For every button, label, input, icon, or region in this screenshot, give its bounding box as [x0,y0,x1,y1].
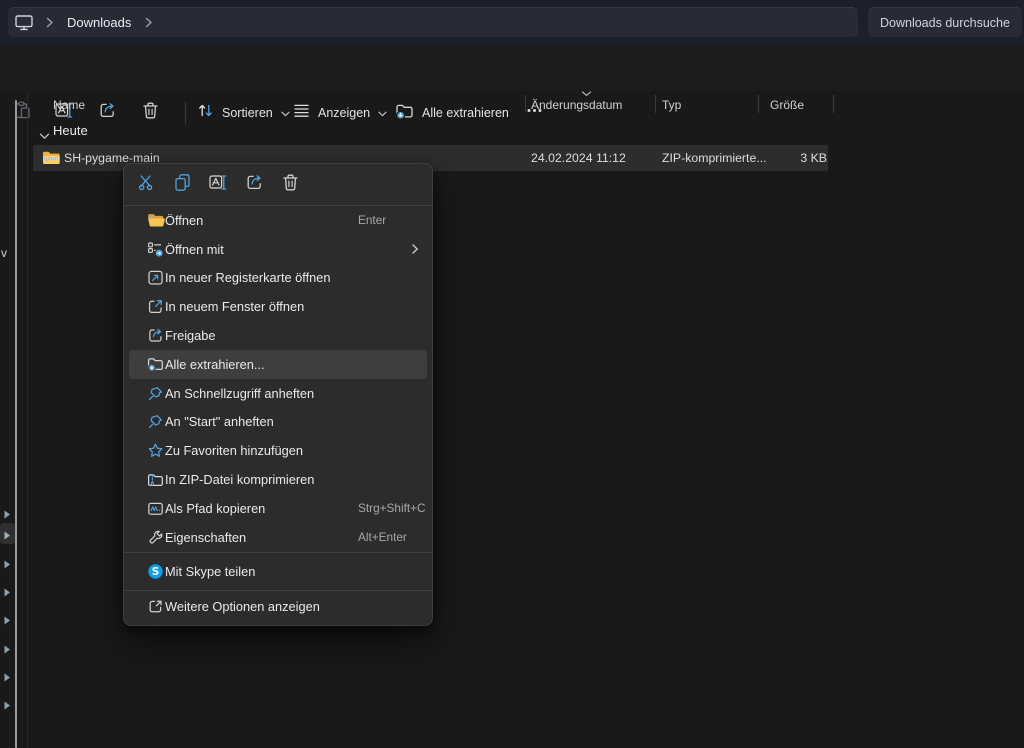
new-tab-icon [147,269,165,286]
trash-icon [141,101,160,125]
share-icon [147,327,165,344]
extract-icon [395,102,414,125]
more-options-icon [147,598,165,615]
column-divider[interactable] [525,95,526,113]
tree-expand-icon[interactable] [3,557,12,568]
menu-item-pin-start[interactable]: An "Start" anheften [124,408,432,437]
share-button[interactable] [94,100,120,126]
nav-clipped-label: v [1,246,7,260]
menu-item-open-with[interactable]: Öffnen mit [124,235,432,264]
view-list-icon [293,102,310,124]
menu-item-show-more-options[interactable]: Weitere Optionen anzeigen [124,591,432,622]
share-button[interactable] [242,172,267,197]
column-header-modified[interactable]: Änderungsdatum [531,98,622,112]
extract-icon [147,356,165,372]
chevron-right-icon[interactable] [144,16,153,29]
trash-icon [281,173,300,197]
copy-icon [173,173,192,197]
share-icon [98,101,117,125]
pin-icon [147,385,165,402]
file-modified: 24.02.2024 11:12 [531,145,626,171]
column-header-type[interactable]: Typ [662,98,681,112]
rename-button[interactable] [206,172,231,197]
file-explorer-window: Downloads [0,0,1024,748]
menu-item-share[interactable]: Freigabe [124,321,432,350]
tree-expand-icon[interactable] [3,613,12,624]
menu-item-compress-zip[interactable]: In ZIP-Datei komprimieren [124,465,432,494]
open-with-icon [147,241,165,258]
column-divider[interactable] [655,95,656,113]
tree-expand-icon[interactable] [3,642,12,653]
extract-all-button[interactable]: Alle extrahieren [391,99,513,127]
menu-item-copy-as-path[interactable]: Als Pfad kopieren Strg+Shift+C [124,494,432,523]
pane-divider [27,91,28,748]
copy-button[interactable] [170,172,195,197]
group-label[interactable]: Heute [53,123,88,138]
menu-item-properties[interactable]: Eigenschaften Alt+Enter [124,523,432,552]
zip-compress-icon [147,472,165,488]
cut-button[interactable] [134,172,159,197]
delete-button[interactable] [137,100,163,126]
wrench-icon [147,529,165,546]
command-toolbar: Sortieren Anzeigen Alle extrahieren [0,45,1024,91]
paste-button[interactable] [9,100,35,126]
column-header-name[interactable]: Name [53,98,85,112]
rename-icon [209,173,228,197]
tree-expand-icon[interactable] [3,698,12,709]
this-pc-icon [15,14,33,31]
cut-icon [137,173,156,197]
extract-label: Alle extrahieren [422,106,509,120]
chevron-right-icon[interactable] [45,16,54,29]
sort-button[interactable]: Sortieren [193,99,294,127]
column-header-size[interactable]: Größe [770,98,804,112]
new-window-icon [147,298,165,315]
share-icon [245,173,264,197]
tree-expand-icon[interactable] [3,670,12,681]
sort-label: Sortieren [222,106,273,120]
quick-actions-row [124,164,432,205]
submenu-chevron-icon [411,243,419,255]
column-divider[interactable] [833,95,834,113]
group-collapse-icon[interactable] [39,127,50,145]
title-bar: Downloads [0,0,1024,45]
delete-button[interactable] [278,172,303,197]
sort-icon [197,102,214,124]
menu-item-extract-all[interactable]: Alle extrahieren... [129,350,427,379]
breadcrumb-downloads[interactable]: Downloads [67,15,131,30]
tree-expand-icon[interactable] [3,585,12,596]
tree-expand-icon[interactable] [3,528,12,539]
search-input[interactable] [868,7,1022,37]
copy-path-icon [147,500,165,517]
tree-expand-icon[interactable] [3,507,12,518]
menu-item-open[interactable]: Öffnen Enter [124,206,432,235]
menu-item-add-favorites[interactable]: Zu Favoriten hinzufügen [124,436,432,465]
chevron-down-icon [378,104,387,122]
view-button[interactable]: Anzeigen [289,99,391,127]
toolbar-divider [185,102,186,124]
file-size: 3 KB [758,145,827,171]
column-divider[interactable] [758,95,759,113]
skype-icon: S [147,563,165,580]
context-menu: Öffnen Enter Öffnen mit In neuer Registe… [123,163,433,626]
menu-item-open-new-tab[interactable]: In neuer Registerkarte öffnen [124,264,432,293]
menu-item-open-new-window[interactable]: In neuem Fenster öffnen [124,292,432,321]
file-type: ZIP-komprimierte... [662,145,767,171]
menu-item-pin-quick-access[interactable]: An Schnellzugriff anheften [124,379,432,408]
star-icon [147,442,165,459]
address-bar[interactable]: Downloads [8,7,858,37]
open-folder-icon [147,212,165,228]
menu-item-share-skype[interactable]: S Mit Skype teilen [124,553,432,590]
view-label: Anzeigen [318,106,370,120]
pin-icon [147,413,165,430]
zip-folder-icon [42,150,61,171]
nav-scrollbar[interactable] [15,100,17,748]
svg-text:S: S [152,566,160,578]
